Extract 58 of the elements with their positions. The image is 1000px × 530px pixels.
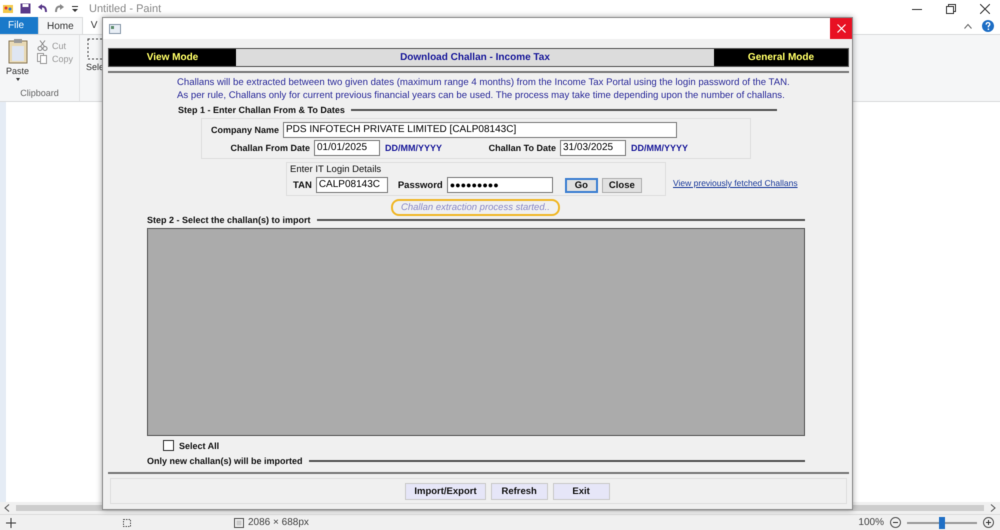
zoom-out-icon[interactable]: [890, 517, 901, 528]
description-text: Challans will be extracted between two given dates (maximum range 4 months) from the Income Tax Portal using the login password of the TAN. As per rule, Challans only for current previous financial years can be used. The process may take time depending upon the number of challans.: [177, 77, 791, 102]
collapse-icon[interactable]: [964, 22, 972, 28]
close-icon: [836, 24, 846, 33]
date-field[interactable]: 01/01/2025: [314, 140, 380, 156]
date-format-hint: DD/MM/YYYY: [385, 143, 442, 153]
field-label: Password: [398, 180, 443, 190]
close-button[interactable]: Close: [602, 178, 642, 192]
scissors-icon: [37, 40, 48, 51]
scroll-right-icon: [990, 504, 996, 512]
section-heading: Step 1 - Enter Challan From & To Dates: [178, 105, 345, 115]
restore-icon[interactable]: [946, 4, 956, 14]
password-field[interactable]: ●●●●●●●●●: [446, 177, 553, 193]
help-icon[interactable]: [982, 20, 994, 32]
save-icon[interactable]: [20, 3, 31, 14]
paste-button[interactable]: Paste: [6, 38, 30, 88]
go-button[interactable]: Go: [564, 178, 598, 192]
field-label: Challan From Date: [229, 143, 310, 153]
undo-icon[interactable]: [37, 3, 48, 14]
app-icon: [109, 24, 121, 34]
mode-label: View Mode: [109, 49, 236, 66]
dialog-title: Download Challan - Income Tax: [236, 49, 714, 66]
close-button[interactable]: [830, 18, 852, 39]
section-heading: Step 2 - Select the challan(s) to import: [147, 215, 311, 225]
dialog-button[interactable]: Exit: [552, 482, 610, 500]
zoom-in-icon[interactable]: [983, 517, 994, 528]
image-size-icon: [234, 518, 244, 528]
dropdown-icon[interactable]: [71, 3, 79, 14]
selection-size-icon: [122, 518, 132, 528]
date-format-hint: DD/MM/YYYY: [631, 143, 688, 153]
ribbon-group-label: Clipboard: [19, 88, 60, 100]
window-title: Untitled - Paint: [89, 2, 162, 14]
ribbon-tab[interactable]: File: [0, 17, 38, 34]
status-message: Challan extraction process started..: [391, 199, 560, 216]
redo-icon[interactable]: [54, 3, 65, 14]
paint-logo-icon: [2, 2, 14, 14]
select-all-checkbox[interactable]: Select All: [163, 440, 220, 451]
close-icon[interactable]: [980, 4, 990, 14]
fetched-challans-link[interactable]: View previously fetched Challans: [673, 178, 798, 188]
field-label: Challan To Date: [488, 143, 556, 153]
ribbon-tab[interactable]: V: [82, 17, 106, 34]
dialog-button[interactable]: Import/Export: [405, 482, 486, 500]
move-icon: [6, 518, 16, 528]
copy-icon: [37, 53, 48, 64]
field-label: Company Name: [210, 125, 279, 135]
dialog-button[interactable]: Refresh: [490, 482, 548, 500]
image-size-text: 2086 × 688px: [248, 517, 309, 528]
mode-label: General Mode: [714, 49, 848, 66]
company-field[interactable]: PDS INFOTECH PRIVATE LIMITED [CALP08143C]: [283, 122, 677, 138]
ribbon-tab[interactable]: Home: [38, 17, 83, 34]
section-heading: Only new challan(s) will be imported: [147, 456, 303, 466]
scroll-left-icon: [4, 504, 10, 512]
field-label: TAN: [293, 180, 312, 190]
clipboard-icon: [8, 38, 28, 64]
tan-field[interactable]: CALP08143C: [316, 177, 388, 193]
zoom-percent: 100%: [858, 517, 884, 528]
panel-heading: Enter IT Login Details: [290, 164, 382, 175]
date-field[interactable]: 31/03/2025: [560, 140, 626, 156]
